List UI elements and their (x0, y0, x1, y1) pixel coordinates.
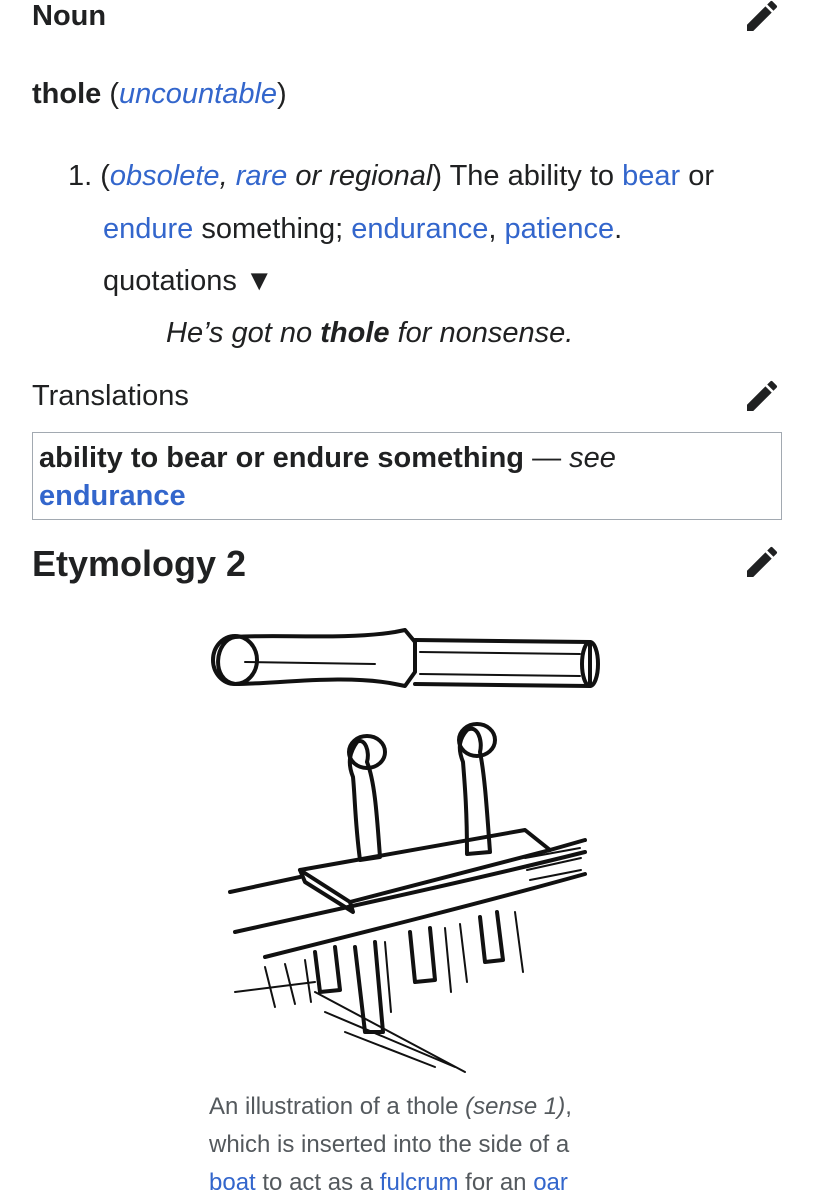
translation-box: ability to bear or endure something — se… (32, 432, 782, 520)
section-heading-noun: Noun (32, 0, 107, 32)
caption-text: for an (465, 1169, 527, 1196)
link-oar[interactable]: oar (533, 1169, 568, 1196)
caption-italic: (sense 1) (465, 1093, 566, 1120)
comma: , (219, 160, 228, 192)
label-uncountable-link[interactable]: uncountable (119, 78, 277, 110)
see-label: see (569, 442, 616, 474)
caption-text: An illustration of a thole (209, 1093, 459, 1120)
paren: ( (109, 78, 120, 110)
link-endure[interactable]: endure (103, 213, 193, 245)
translation-gloss: ability to bear or endure something (39, 442, 525, 474)
usage-headword: thole (320, 317, 390, 349)
figure-caption-line-3: boat to act as a fulcrum for an oar (209, 1168, 568, 1198)
usage-text: for nonsense. (397, 317, 574, 349)
headword: thole (32, 78, 102, 110)
usage-text: He’s got no (166, 317, 313, 349)
link-fulcrum[interactable]: fulcrum (380, 1169, 459, 1196)
link-endurance-translation[interactable]: endurance (39, 480, 186, 512)
sense-number: 1. (68, 160, 93, 192)
link-patience[interactable]: patience (504, 213, 614, 245)
triangle-down-icon[interactable]: ▼ (245, 265, 274, 297)
sense-line-2: endure something; endurance, patience. (103, 211, 622, 247)
label-rare-link[interactable]: rare (236, 160, 288, 192)
etymology-heading: Etymology 2 (32, 543, 247, 584)
headword-line: thole (uncountable) (32, 76, 287, 112)
paren: ) (277, 78, 287, 110)
comma: , (565, 1093, 572, 1120)
caption-text: to act as a (262, 1169, 374, 1196)
thole-illustration[interactable] (205, 612, 615, 1082)
label-or-regional: or regional (295, 160, 433, 192)
period: . (614, 213, 623, 245)
figure-caption-line-1: An illustration of a thole (sense 1), (209, 1092, 572, 1122)
label-obsolete-link[interactable]: obsolete (110, 160, 220, 192)
quotations-label[interactable]: quotations (103, 265, 237, 297)
translations-heading: Translations (32, 380, 189, 412)
definition-text: or (688, 160, 714, 192)
edit-pencil-icon[interactable] (742, 542, 782, 582)
figure-caption-line-2: which is inserted into the side of a (209, 1131, 570, 1158)
definition-text: The ability to (449, 160, 615, 192)
definition-text: something; (201, 213, 344, 245)
link-boat[interactable]: boat (209, 1169, 256, 1196)
comma: , (488, 213, 497, 245)
link-endurance[interactable]: endurance (351, 213, 488, 245)
paren: ( (100, 160, 110, 192)
edit-pencil-icon[interactable] (742, 376, 782, 416)
usage-example: He’s got no thole for nonsense. (166, 315, 573, 351)
sense-line-1: 1. (obsolete, rare or regional) The abil… (68, 158, 714, 194)
quotations-toggle[interactable]: quotations ▼ (103, 263, 274, 299)
edit-pencil-icon[interactable] (742, 0, 782, 36)
link-bear[interactable]: bear (622, 160, 680, 192)
paren: ) (432, 160, 443, 192)
dash: — (532, 442, 562, 474)
